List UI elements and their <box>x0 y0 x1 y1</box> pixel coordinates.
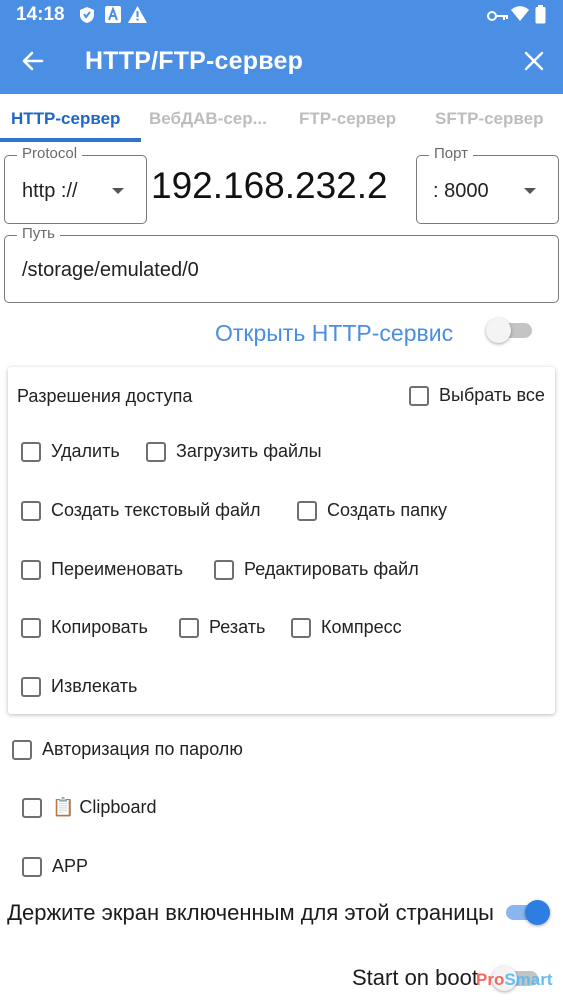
protocol-select[interactable]: Protocol http :// <box>4 145 147 224</box>
checkbox-label: Компресс <box>321 617 402 637</box>
chevron-down-icon <box>112 188 124 194</box>
app-checkbox[interactable]: APP <box>22 856 88 877</box>
watermark: ProSmart <box>476 970 553 990</box>
tab-webdav-server[interactable]: ВебДАВ-сер... <box>149 109 267 129</box>
checkbox-box <box>22 797 42 818</box>
path-value: /storage/emulated/0 <box>22 259 199 281</box>
checkbox-box <box>291 617 311 638</box>
select-all-checkbox[interactable]: Выбрать все <box>409 385 545 406</box>
checkbox-box <box>297 500 317 521</box>
open-http-service-link[interactable]: Открыть HTTP-сервис <box>215 320 453 347</box>
checkbox-box <box>214 559 234 580</box>
active-tab-indicator <box>0 138 141 142</box>
delete-checkbox[interactable]: Удалить <box>21 441 120 462</box>
open-service-switch[interactable] <box>486 316 540 344</box>
path-field[interactable]: Путь /storage/emulated/0 <box>4 225 559 303</box>
keep-screen-on-switch[interactable] <box>500 898 554 926</box>
checkbox-box <box>22 856 42 877</box>
tab-http-server[interactable]: HTTP-сервер <box>11 109 120 129</box>
password-auth-checkbox[interactable]: Авторизация по паролю <box>12 739 243 760</box>
checkbox-label: Удалить <box>51 441 120 461</box>
checkbox-label: Редактировать файл <box>244 559 419 579</box>
checkbox-label: Авторизация по паролю <box>42 739 243 759</box>
checkbox-label: Загрузить файлы <box>176 441 322 461</box>
extract-checkbox[interactable]: Извлекать <box>21 676 137 697</box>
checkbox-label: Создать текстовый файл <box>51 500 261 520</box>
path-label: Путь <box>17 225 60 242</box>
switch-thumb <box>525 900 550 925</box>
watermark-part: Smart <box>504 970 553 989</box>
status-time: 14:18 <box>16 4 65 25</box>
create-text-file-checkbox[interactable]: Создать текстовый файл <box>21 500 261 521</box>
chevron-down-icon <box>524 188 536 194</box>
warning-icon <box>128 6 147 28</box>
checkbox-box <box>409 385 429 406</box>
checkbox-box <box>21 500 41 521</box>
wifi-icon <box>511 6 529 27</box>
a-icon <box>105 6 121 28</box>
port-label: Порт <box>429 145 474 162</box>
permissions-card <box>8 367 555 714</box>
tab-sftp-server[interactable]: SFTP-сервер <box>435 109 543 129</box>
watermark-part: Pro <box>476 970 505 989</box>
checkbox-label: APP <box>52 856 89 876</box>
checkbox-box <box>21 617 41 638</box>
shield-icon <box>79 6 95 29</box>
switch-thumb <box>486 318 511 343</box>
checkbox-label: Извлекать <box>51 676 138 696</box>
permissions-title: Разрешения доступа <box>17 386 193 406</box>
rename-checkbox[interactable]: Переименовать <box>21 559 183 580</box>
keep-screen-on-label: Держите экран включенным для этой страни… <box>7 900 494 925</box>
checkbox-box <box>179 617 199 638</box>
protocol-label: Protocol <box>17 145 83 162</box>
upload-files-checkbox[interactable]: Загрузить файлы <box>146 441 322 462</box>
protocol-value: http :// <box>22 180 78 202</box>
cut-checkbox[interactable]: Резать <box>179 617 265 638</box>
checkbox-box <box>21 676 41 697</box>
status-bar: 14:18 <box>0 0 563 30</box>
checkbox-label: Создать папку <box>327 500 447 520</box>
battery-icon <box>535 5 546 29</box>
close-icon[interactable] <box>522 49 546 78</box>
page-title: HTTP/FTP-сервер <box>85 47 304 75</box>
start-on-boot-label: Start on boot <box>352 965 478 990</box>
edit-file-checkbox[interactable]: Редактировать файл <box>214 559 419 580</box>
ip-address: 192.168.232.2 <box>151 165 388 206</box>
compress-checkbox[interactable]: Компресс <box>291 617 402 638</box>
tab-ftp-server[interactable]: FTP-сервер <box>299 109 396 129</box>
copy-checkbox[interactable]: Копировать <box>21 617 148 638</box>
port-select[interactable]: Порт : 8000 <box>416 145 559 224</box>
checkbox-box <box>12 739 32 760</box>
checkbox-label: Копировать <box>51 617 148 637</box>
checkbox-label: Переименовать <box>51 559 183 579</box>
tab-bar: HTTP-сервер ВебДАВ-сер... FTP-сервер SFT… <box>0 94 563 142</box>
back-arrow-icon[interactable] <box>20 48 46 79</box>
port-value: : 8000 <box>433 180 489 202</box>
checkbox-label: 📋 Clipboard <box>52 797 157 817</box>
key-icon <box>487 9 509 27</box>
checkbox-label: Выбрать все <box>439 385 545 405</box>
checkbox-box <box>146 441 166 462</box>
clipboard-checkbox[interactable]: 📋 Clipboard <box>22 797 156 818</box>
checkbox-box <box>21 559 41 580</box>
app-bar: HTTP/FTP-сервер <box>0 30 563 94</box>
checkbox-box <box>21 441 41 462</box>
create-folder-checkbox[interactable]: Создать папку <box>297 500 447 521</box>
checkbox-label: Резать <box>209 617 266 637</box>
